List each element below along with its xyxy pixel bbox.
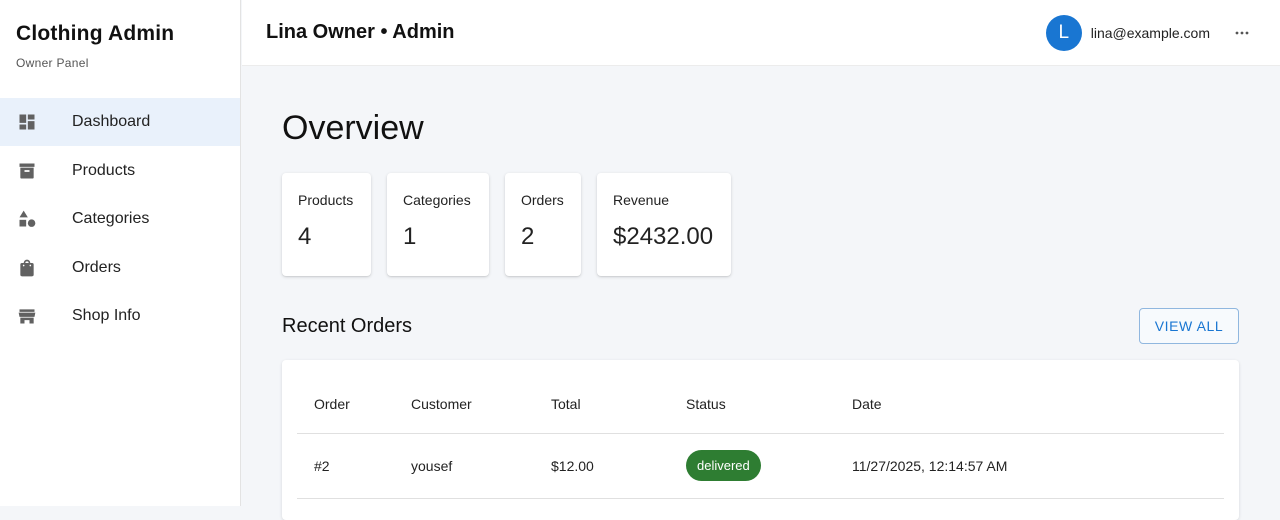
page-header-title: Lina Owner • Admin [266, 21, 455, 43]
sidebar: Clothing Admin Owner Panel Dashboard Pro… [0, 0, 241, 506]
total-cell: $12.00 [534, 433, 669, 499]
stats-row: Products 4 Categories 1 Orders 2 Revenue… [282, 173, 1239, 276]
storefront-icon [17, 306, 37, 326]
sidebar-item-products[interactable]: Products [0, 147, 240, 195]
user-email: lina@example.com [1090, 24, 1210, 41]
stat-value: 1 [403, 223, 417, 250]
shopping-bag-icon [17, 258, 37, 278]
table-row[interactable]: #2 yousef $12.00 delivered 11/27/2025, 1… [297, 433, 1224, 499]
column-header-order: Order [297, 360, 394, 434]
column-header-customer: Customer [394, 360, 534, 434]
brand-subtitle: Owner Panel [16, 56, 89, 70]
sidebar-item-dashboard[interactable]: Dashboard [0, 98, 240, 146]
column-header-status: Status [669, 360, 835, 434]
table-header-row: Order Customer Total Status Date [297, 360, 1224, 434]
stat-label: Revenue [613, 192, 670, 208]
user-menu: L lina@example.com [1045, 14, 1250, 51]
sidebar-item-shop-info[interactable]: Shop Info [0, 292, 240, 340]
stat-card-revenue: Revenue $2432.00 [597, 173, 731, 276]
stat-card-categories: Categories 1 [387, 173, 489, 276]
stat-label: Orders [521, 192, 564, 208]
sidebar-item-orders[interactable]: Orders [0, 244, 240, 292]
page-title: Overview [282, 109, 424, 147]
sidebar-item-label: Orders [72, 258, 121, 276]
stat-label: Products [298, 192, 354, 208]
recent-orders-header: Recent Orders VIEW ALL [282, 308, 1239, 344]
stat-value: $2432.00 [613, 223, 714, 250]
stat-card-products: Products 4 [282, 173, 371, 276]
column-header-total: Total [534, 360, 669, 434]
stat-label: Categories [403, 192, 471, 208]
recent-orders-card: Order Customer Total Status Date #2 yous… [282, 360, 1239, 520]
brand-title: Clothing Admin [16, 22, 175, 45]
sidebar-item-label: Shop Info [72, 307, 141, 324]
section-title: Recent Orders [282, 314, 413, 337]
view-all-button[interactable]: VIEW ALL [1139, 308, 1239, 344]
order-id-cell: #2 [297, 433, 394, 499]
stat-card-orders: Orders 2 [505, 173, 581, 276]
sidebar-nav: Dashboard Products Categories Orders Sho… [0, 98, 240, 340]
more-horizontal-icon[interactable] [1234, 25, 1250, 41]
category-shapes-icon [17, 209, 37, 229]
brand: Clothing Admin Owner Panel [0, 0, 240, 98]
sidebar-item-label: Categories [72, 210, 150, 227]
sidebar-item-label: Products [72, 161, 136, 179]
stat-value: 4 [298, 223, 312, 250]
avatar[interactable]: L [1045, 14, 1082, 51]
main-content: Overview Products 4 Categories 1 Orders … [282, 66, 1239, 520]
status-cell: delivered [669, 433, 835, 499]
stat-value: 2 [521, 223, 535, 250]
date-cell: 11/27/2025, 12:14:57 AM [835, 433, 1224, 499]
orders-table: Order Customer Total Status Date #2 yous… [297, 360, 1224, 499]
status-badge: delivered [686, 450, 761, 481]
archive-icon [17, 161, 37, 181]
sidebar-item-label: Dashboard [72, 113, 151, 130]
sidebar-item-categories[interactable]: Categories [0, 195, 240, 243]
column-header-date: Date [835, 360, 1224, 434]
customer-cell: yousef [394, 433, 534, 499]
dashboard-icon [17, 112, 37, 132]
top-bar: Lina Owner • Admin L lina@example.com [242, 0, 1280, 66]
